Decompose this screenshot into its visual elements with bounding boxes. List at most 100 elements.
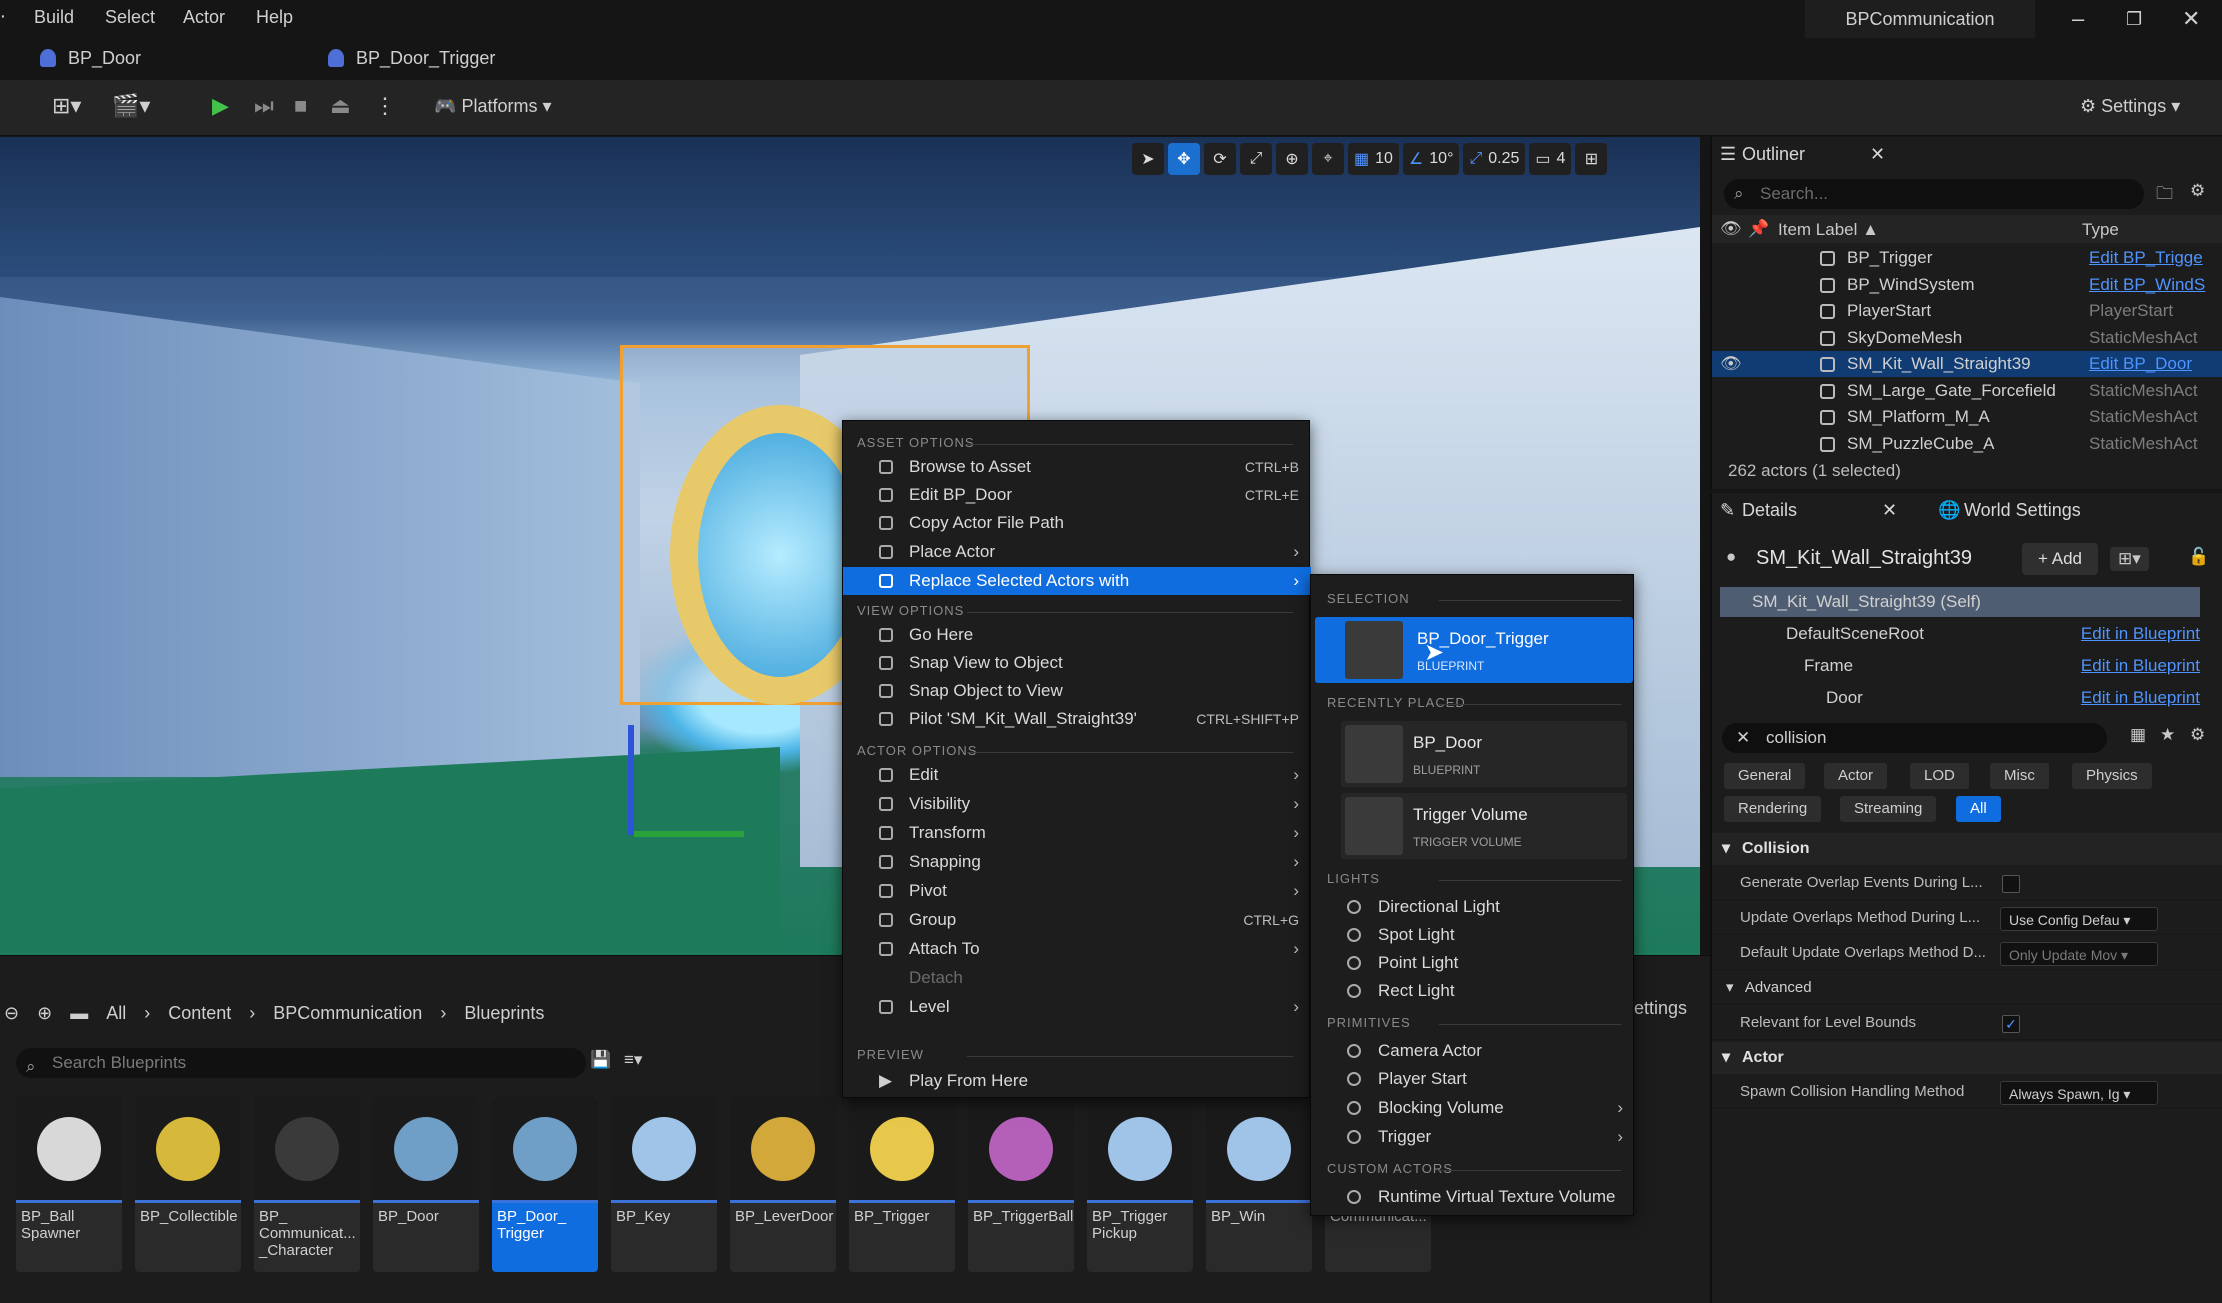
add-component-button[interactable]: + Add <box>2022 543 2098 575</box>
blueprint-search-input[interactable]: ⌕ Search Blueprints <box>16 1048 586 1078</box>
filter-misc[interactable]: Misc <box>1990 763 2049 789</box>
asset-tile[interactable]: BP_Key <box>611 1096 717 1272</box>
close-tab-icon[interactable]: ✕ <box>1870 144 1885 164</box>
menu-snap-object-to-view[interactable]: Snap Object to View <box>843 677 1311 705</box>
outliner-row[interactable]: SM_Platform_M_A StaticMeshAct <box>1712 404 2222 430</box>
tab-world-settings[interactable]: 🌐 World Settings <box>1934 493 2081 527</box>
add-folder-icon[interactable]: 🗀 <box>2156 181 2173 210</box>
restore-icon[interactable]: ❐ <box>2126 9 2142 30</box>
update-overlaps-dropdown[interactable]: Use Config Defau ▾ <box>2000 907 2158 931</box>
platforms-button[interactable]: 🎮 Platforms ▾ <box>434 96 552 117</box>
gear-icon[interactable]: ⚙ <box>2190 181 2205 201</box>
replace-trigger-volume[interactable]: Trigger Volume TRIGGER VOLUME <box>1341 793 1627 859</box>
asset-tile[interactable]: BP_LeverDoor <box>730 1096 836 1272</box>
menu-help[interactable]: Help <box>256 7 293 28</box>
menu-build[interactable]: Build <box>34 7 74 28</box>
replace-runtime-virtual-texture[interactable]: Runtime Virtual Texture Volume <box>1311 1183 1635 1211</box>
forward-icon[interactable]: ⊕ <box>37 1003 52 1024</box>
select-tool-icon[interactable]: ➤ <box>1132 143 1164 175</box>
asset-tile[interactable]: BP_TriggerBall <box>968 1096 1074 1272</box>
item-label-header[interactable]: Item Label ▲ <box>1778 220 1879 240</box>
close-icon[interactable]: ✕ <box>2182 6 2200 32</box>
component-default-scene-root[interactable]: DefaultSceneRoot Edit in Blueprint <box>1720 619 2200 649</box>
table-view-icon[interactable]: ▦ <box>2130 725 2146 745</box>
settings-button[interactable]: ⚙ Settings ▾ <box>2080 96 2180 117</box>
scale-tool-icon[interactable]: ⤢ <box>1240 143 1272 175</box>
filter-icon[interactable]: ≡▾ <box>624 1050 642 1070</box>
menu-attach-to[interactable]: Attach To › <box>843 935 1311 963</box>
filter-rendering[interactable]: Rendering <box>1724 796 1822 822</box>
translate-tool-icon[interactable]: ✥ <box>1168 143 1200 175</box>
outliner-row[interactable]: SkyDomeMesh StaticMeshAct <box>1712 325 2222 351</box>
menu-select[interactable]: Select <box>105 7 155 28</box>
breadcrumb-blueprints[interactable]: Blueprints <box>464 1003 544 1024</box>
lock-icon[interactable]: 🔓 <box>2188 547 2209 567</box>
asset-tile[interactable]: BP_Win <box>1206 1096 1312 1272</box>
filter-all[interactable]: All <box>1956 796 2001 822</box>
row-type[interactable]: Edit BP_WindS <box>2089 272 2219 298</box>
menu-go-here[interactable]: Go Here <box>843 621 1311 649</box>
cinematics-icon[interactable]: 🎬▾ <box>112 93 150 119</box>
filter-actor[interactable]: Actor <box>1824 763 1888 789</box>
step-icon[interactable]: ⏭ <box>254 93 274 119</box>
blueprint-options-icon[interactable]: ⊞▾ <box>2110 547 2149 571</box>
component-door[interactable]: Door Edit in Blueprint <box>1720 683 2200 713</box>
minimize-icon[interactable]: – <box>2072 6 2084 32</box>
menu-group[interactable]: Group CTRL+G <box>843 906 1311 934</box>
gear-icon[interactable]: ⚙ <box>2190 725 2205 745</box>
edit-in-blueprint-link[interactable]: Edit in Blueprint <box>2081 619 2200 649</box>
edit-in-blueprint-link[interactable]: Edit in Blueprint <box>2081 683 2200 713</box>
generate-overlap-checkbox[interactable] <box>2002 875 2020 893</box>
asset-tile[interactable]: BP_Trigger <box>849 1096 955 1272</box>
tab-details[interactable]: ✎ Details ✕ <box>1712 493 1897 527</box>
menu-snapping[interactable]: Snapping › <box>843 848 1311 876</box>
section-actor[interactable]: ▾ Actor <box>1712 1042 2222 1074</box>
outliner-row[interactable]: SM_PuzzleCube_A StaticMeshAct <box>1712 431 2222 457</box>
gizmo-y-axis[interactable] <box>634 831 744 837</box>
stop-icon[interactable]: ■ <box>294 93 307 119</box>
menu-copy-actor-path[interactable]: Copy Actor File Path <box>843 509 1311 537</box>
replace-bp-door-trigger[interactable]: BP_Door_Trigger BLUEPRINT <box>1315 617 1633 683</box>
replace-camera-actor[interactable]: Camera Actor <box>1311 1037 1635 1065</box>
menu-replace-selected[interactable]: Replace Selected Actors with › <box>843 567 1311 595</box>
breadcrumb-bpcommunication[interactable]: BPCommunication <box>273 1003 422 1024</box>
menu-pivot[interactable]: Pivot › <box>843 877 1311 905</box>
tab-outliner[interactable]: ☰ Outliner ✕ <box>1712 137 1885 171</box>
replace-bp-door[interactable]: BP_Door BLUEPRINT <box>1341 721 1627 787</box>
row-type[interactable]: Edit BP_Trigge <box>2089 245 2219 271</box>
spawn-collision-dropdown[interactable]: Always Spawn, Ig ▾ <box>2000 1081 2158 1105</box>
filter-general[interactable]: General <box>1724 763 1806 789</box>
replace-trigger[interactable]: Trigger › <box>1311 1123 1635 1151</box>
asset-tile[interactable]: BP_Door <box>373 1096 479 1272</box>
mode-select-icon[interactable]: ⊞▾ <box>52 93 81 119</box>
outliner-row[interactable]: BP_WindSystem Edit BP_WindS <box>1712 272 2222 298</box>
menu-browse-to-asset[interactable]: Browse to Asset CTRL+B <box>843 453 1311 481</box>
outliner-row[interactable]: 👁 SM_Kit_Wall_Straight39 Edit BP_Door <box>1712 351 2222 377</box>
asset-tile[interactable]: BP_Collectible <box>135 1096 241 1272</box>
tab-bp-door[interactable]: BP_Door <box>28 38 141 78</box>
outliner-row[interactable]: PlayerStart PlayerStart <box>1712 298 2222 324</box>
play-icon[interactable]: ▶ <box>212 93 229 119</box>
menu-place-actor[interactable]: Place Actor › <box>843 538 1311 566</box>
menu-snap-view-to-object[interactable]: Snap View to Object <box>843 649 1311 677</box>
breadcrumb-content[interactable]: Content <box>168 1003 231 1024</box>
replace-spot-light[interactable]: Spot Light <box>1311 921 1635 949</box>
asset-tile[interactable]: BP_Door_ Trigger <box>492 1096 598 1272</box>
tab-bp-door-trigger[interactable]: BP_Door_Trigger <box>316 38 495 78</box>
scale-snap-toggle[interactable]: ⤢ 0.25 <box>1463 143 1526 175</box>
layout-icon[interactable]: ⊞ <box>1575 143 1608 175</box>
rotation-snap-toggle[interactable]: ∠ 10° <box>1402 143 1460 175</box>
menu-edit[interactable]: Edit › <box>843 761 1311 789</box>
outliner-row[interactable]: BP_Trigger Edit BP_Trigge <box>1712 245 2222 271</box>
cb-settings-label[interactable]: ettings <box>1634 998 1687 1019</box>
world-space-icon[interactable]: ⊕ <box>1276 143 1308 175</box>
replace-point-light[interactable]: Point Light <box>1311 949 1635 977</box>
component-self[interactable]: SM_Kit_Wall_Straight39 (Self) <box>1720 587 2200 617</box>
menu-level[interactable]: Level › <box>843 993 1311 1021</box>
menu-transform[interactable]: Transform › <box>843 819 1311 847</box>
asset-tile[interactable]: BP_Ball Spawner <box>16 1096 122 1272</box>
eject-icon[interactable]: ⏏ <box>330 93 351 119</box>
asset-tile[interactable]: BP_Trigger Pickup <box>1087 1096 1193 1272</box>
more-options-icon[interactable]: ⋮ <box>374 93 396 119</box>
asset-tile[interactable]: BP_ Communicat... _Character <box>254 1096 360 1272</box>
